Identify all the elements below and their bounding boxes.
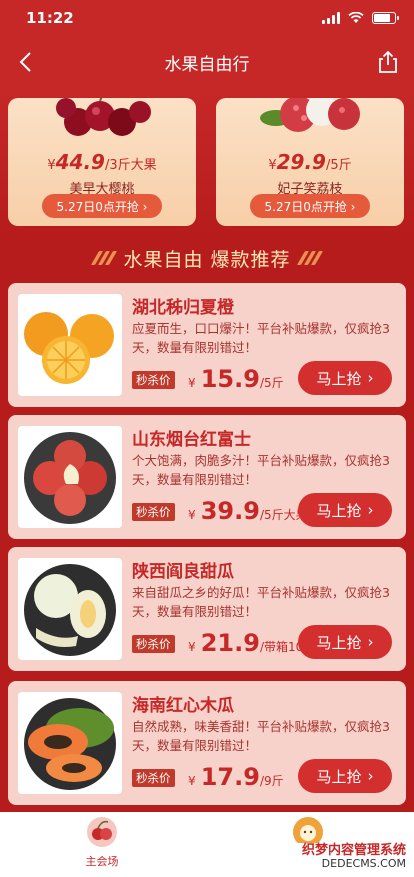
product-image-orange — [18, 294, 122, 396]
bottom-tab-bar: 主会场 限时 织梦内容管理系统 DEDECMS.COM — [0, 812, 414, 877]
share-icon[interactable] — [374, 48, 402, 76]
chevron-right-icon: › — [367, 369, 374, 387]
product-title: 陕西阎良甜瓜 — [132, 562, 234, 582]
product-image-papaya — [18, 692, 122, 794]
chevron-right-icon: › — [367, 633, 374, 651]
banner-presale-button[interactable]: 5.27日0点开抢 › — [42, 194, 162, 218]
currency-symbol: ¥ — [188, 376, 196, 390]
lychee-image — [260, 98, 360, 132]
product-description: 个大饱满，肉脆多汁！平台补贴爆款，仅疯抢3天，数量有限别错过！ — [132, 453, 390, 487]
buy-now-label: 马上抢 — [316, 369, 362, 388]
currency-symbol: ¥ — [188, 774, 196, 788]
buy-now-button[interactable]: 马上抢 › — [298, 493, 392, 527]
banner-price: ¥29.9/5斤 — [216, 150, 404, 174]
cherry-basket-icon — [87, 817, 117, 847]
product-title: 海南红心木瓜 — [132, 696, 234, 716]
price-value: 39.9 — [200, 497, 260, 525]
decoration-stripes-left — [91, 251, 118, 265]
watermark: 织梦内容管理系统 DEDECMS.COM — [297, 843, 410, 871]
product-image-melon — [18, 558, 122, 660]
product-title: 湖北秭归夏橙 — [132, 298, 234, 318]
decoration-stripes-right — [296, 251, 323, 265]
watermark-subtitle: DEDECMS.COM — [321, 857, 406, 870]
price-unit: /5斤 — [259, 376, 284, 390]
product-price: ¥ 21.9/带箱10斤 — [188, 629, 315, 657]
price-value: 29.9 — [276, 150, 326, 174]
price-value: 17.9 — [200, 763, 260, 791]
battery-level — [374, 14, 390, 22]
product-image-apple — [18, 426, 122, 528]
tab-main-label: 主会场 — [85, 855, 119, 868]
flash-price-badge: 秒杀价 — [132, 371, 175, 389]
flash-price-badge: 秒杀价 — [132, 503, 175, 521]
flash-price-badge: 秒杀价 — [132, 769, 175, 787]
price-value: 21.9 — [200, 629, 260, 657]
section-header: 水果自由 爆款推荐 — [0, 240, 414, 276]
cherry-image — [56, 98, 151, 136]
product-card-orange[interactable]: 湖北秭归夏橙 应夏而生，口口爆汁！平台补贴爆款，仅疯抢3天，数量有限别错过！ 秒… — [8, 283, 406, 407]
chevron-right-icon: › — [367, 501, 374, 519]
product-card-apple[interactable]: 山东烟台红富士 个大饱满，肉脆多汁！平台补贴爆款，仅疯抢3天，数量有限别错过！ … — [8, 415, 406, 539]
buy-now-label: 马上抢 — [316, 633, 362, 652]
banner-lychee[interactable]: ¥29.9/5斤 妃子笑荔枝 5.27日0点开抢 › — [216, 98, 404, 226]
product-price: ¥ 15.9/5斤 — [188, 365, 284, 393]
watermark-title: 织梦内容管理系统 — [301, 843, 406, 858]
price-unit: /9斤 — [259, 774, 284, 788]
product-description: 自然成熟，味美香甜！平台补贴爆款，仅疯抢3天，数量有限别错过！ — [132, 719, 390, 753]
price-value: 44.9 — [55, 150, 105, 174]
product-price: ¥ 17.9/9斤 — [188, 763, 284, 791]
signal-icon — [322, 12, 340, 24]
product-price: ¥ 39.9/5斤大果 — [188, 497, 308, 525]
flash-sale-banners: ¥44.9/3斤大果 美早大樱桃 5.27日0点开抢 › ¥29.9/5斤 妃子… — [0, 88, 414, 236]
currency-symbol: ¥ — [47, 158, 56, 173]
section-title: 水果自由 爆款推荐 — [123, 248, 291, 271]
back-icon[interactable] — [12, 48, 40, 76]
wifi-icon — [348, 12, 364, 23]
status-time: 11:22 — [26, 9, 74, 27]
buy-now-button[interactable]: 马上抢 › — [298, 361, 392, 395]
buy-now-label: 马上抢 — [316, 501, 362, 520]
chevron-right-icon: › — [367, 767, 374, 785]
banner-cherry[interactable]: ¥44.9/3斤大果 美早大樱桃 5.27日0点开抢 › — [8, 98, 196, 226]
price-unit: /5斤 — [325, 158, 352, 173]
product-title: 山东烟台红富士 — [132, 430, 251, 450]
tab-main-venue[interactable]: 主会场 — [62, 816, 142, 869]
battery-icon — [372, 12, 399, 24]
page-title: 水果自由行 — [164, 54, 250, 75]
buy-now-button[interactable]: 马上抢 › — [298, 625, 392, 659]
currency-symbol: ¥ — [268, 158, 277, 173]
status-icons — [322, 12, 399, 24]
flash-price-badge: 秒杀价 — [132, 635, 175, 653]
buy-now-label: 马上抢 — [316, 767, 362, 786]
product-description: 应夏而生，口口爆汁！平台补贴爆款，仅疯抢3天，数量有限别错过！ — [132, 321, 390, 355]
product-card-papaya[interactable]: 海南红心木瓜 自然成熟，味美香甜！平台补贴爆款，仅疯抢3天，数量有限别错过！ 秒… — [8, 681, 406, 805]
currency-symbol: ¥ — [188, 640, 196, 654]
product-description: 来自甜瓜之乡的好瓜！平台补贴爆款，仅疯抢3天，数量有限别错过！ — [132, 585, 390, 619]
banner-price: ¥44.9/3斤大果 — [8, 150, 196, 174]
product-card-melon[interactable]: 陕西阎良甜瓜 来自甜瓜之乡的好瓜！平台补贴爆款，仅疯抢3天，数量有限别错过！ 秒… — [8, 547, 406, 671]
currency-symbol: ¥ — [188, 508, 196, 522]
status-bar: 11:22 — [0, 0, 414, 36]
price-unit: /3斤大果 — [104, 158, 157, 173]
nav-bar: 水果自由行 — [0, 36, 414, 88]
banner-presale-button[interactable]: 5.27日0点开抢 › — [250, 194, 370, 218]
price-value: 15.9 — [200, 365, 260, 393]
buy-now-button[interactable]: 马上抢 › — [298, 759, 392, 793]
